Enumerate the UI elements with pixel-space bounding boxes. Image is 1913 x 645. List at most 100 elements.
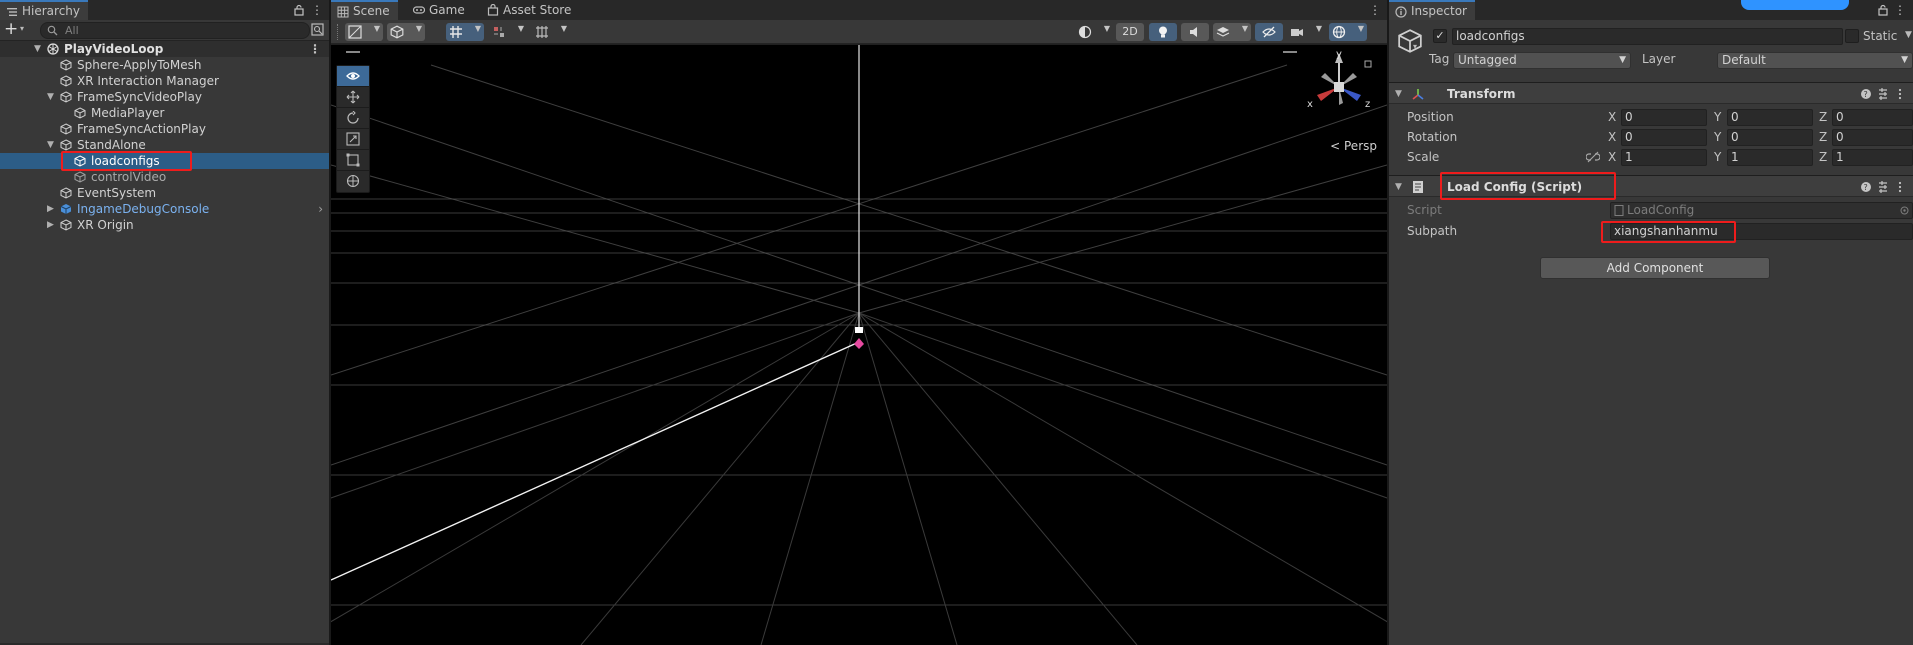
more-menu-icon[interactable]: ⋮ xyxy=(1369,3,1381,17)
position-z-field[interactable]: 0 xyxy=(1832,109,1913,126)
search-input[interactable]: All xyxy=(40,22,310,39)
scale-x-field[interactable]: 1 xyxy=(1621,149,1707,166)
axis-z-label[interactable]: Z xyxy=(1819,108,1827,126)
transform-tool-button[interactable] xyxy=(337,171,369,192)
object-pivot-gizmo[interactable] xyxy=(854,338,864,349)
gizmos-dropdown[interactable]: ▼ xyxy=(1329,23,1367,41)
scene-menu-icon[interactable]: ⋮ xyxy=(309,41,321,57)
icon-dropdown-icon[interactable]: ▾ xyxy=(1413,42,1417,51)
tab-scene[interactable]: Scene xyxy=(331,0,398,20)
scene-visibility-toggle[interactable] xyxy=(1255,23,1283,41)
view-tool-button[interactable] xyxy=(337,66,369,87)
list-item[interactable]: XR Interaction Manager xyxy=(0,73,329,89)
scale-y-field[interactable]: 1 xyxy=(1727,149,1813,166)
overlay-drag-handle[interactable] xyxy=(1283,51,1297,53)
list-item[interactable]: FrameSyncActionPlay xyxy=(0,121,329,137)
list-item[interactable]: EventSystem xyxy=(0,185,329,201)
static-checkbox[interactable] xyxy=(1845,29,1859,43)
draw-mode-dropdown[interactable]: ▼ xyxy=(345,23,383,41)
presets-icon[interactable] xyxy=(1879,181,1887,193)
help-icon[interactable]: ? xyxy=(1861,182,1871,192)
rotation-x-field[interactable]: 0 xyxy=(1621,129,1707,146)
subpath-input[interactable]: xiangshanhanmu xyxy=(1610,223,1913,240)
expand-arrow-icon[interactable]: ▼ xyxy=(34,44,44,54)
rotation-z-field[interactable]: 0 xyxy=(1832,129,1913,146)
more-menu-icon[interactable]: ⋮ xyxy=(311,3,323,17)
search-by-type-icon[interactable] xyxy=(311,23,325,37)
scene-viewport[interactable]: y x z < Persp xyxy=(331,45,1387,645)
overlay-drag-handle[interactable] xyxy=(346,51,360,53)
script-reference-field[interactable]: LoadConfig xyxy=(1610,202,1913,219)
tab-game[interactable]: Game xyxy=(407,0,473,20)
effects-dropdown[interactable]: ▼ xyxy=(1213,23,1251,41)
2d-toggle-button[interactable]: 2D xyxy=(1116,23,1144,41)
axis-z-label[interactable]: Z xyxy=(1819,128,1827,146)
list-item[interactable]: controlVideo xyxy=(0,169,329,185)
component-menu-icon[interactable] xyxy=(1898,181,1902,193)
orientation-gizmo[interactable]: y x z xyxy=(1299,49,1379,119)
fold-arrow-icon[interactable]: ▼ xyxy=(1395,182,1402,192)
scroll-indicator[interactable] xyxy=(1741,0,1849,10)
static-dropdown-icon[interactable]: ▼ xyxy=(1905,30,1912,40)
list-item[interactable]: Sphere-ApplyToMesh xyxy=(0,57,329,73)
list-item[interactable]: ▶ XR Origin xyxy=(0,217,329,233)
scale-tool-button[interactable] xyxy=(337,129,369,150)
grid-snapping-toggle[interactable]: ▼ xyxy=(446,23,484,41)
tab-asset-store[interactable]: Asset Store xyxy=(481,0,579,20)
lock-icon[interactable] xyxy=(293,4,305,16)
projection-toggle[interactable]: < Persp xyxy=(1330,139,1377,153)
list-item-selected[interactable]: loadconfigs xyxy=(0,153,329,169)
help-icon[interactable]: ? xyxy=(1861,89,1871,99)
move-tool-button[interactable] xyxy=(337,87,369,108)
axis-y-label[interactable]: Y xyxy=(1714,108,1721,126)
expand-arrow-icon[interactable]: ▼ xyxy=(47,140,57,150)
rect-tool-button[interactable] xyxy=(337,150,369,171)
gizmo-lock-icon[interactable] xyxy=(1364,60,1372,68)
constrain-proportions-icon[interactable] xyxy=(1586,151,1600,163)
position-y-field[interactable]: 0 xyxy=(1727,109,1813,126)
fold-arrow-icon[interactable]: ▼ xyxy=(1395,89,1402,99)
position-x-field[interactable]: 0 xyxy=(1621,109,1707,126)
list-item[interactable]: MediaPlayer xyxy=(0,105,329,121)
component-menu-icon[interactable] xyxy=(1898,88,1902,100)
axis-z-label[interactable]: Z xyxy=(1819,148,1827,166)
increment-snap-dropdown[interactable]: ▼ xyxy=(489,23,527,41)
axis-x-label[interactable]: X xyxy=(1608,108,1616,126)
collapse-arrow-icon[interactable]: ▶ xyxy=(47,204,57,214)
script-component-header[interactable]: ▼ Load Config (Script) ? xyxy=(1389,175,1913,197)
tab-inspector[interactable]: Inspector xyxy=(1389,0,1475,20)
object-picker-icon[interactable] xyxy=(1900,206,1909,215)
active-checkbox[interactable]: ✓ xyxy=(1433,29,1447,43)
tab-hierarchy[interactable]: Hierarchy xyxy=(0,0,89,20)
add-button[interactable]: + xyxy=(4,21,30,39)
shading-sphere-dropdown[interactable]: ▼ xyxy=(1075,23,1113,41)
camera-dropdown[interactable]: ▼ xyxy=(1287,23,1325,41)
transform-header[interactable]: ▼ Transform ? xyxy=(1389,82,1913,104)
lighting-toggle[interactable] xyxy=(1149,23,1177,41)
presets-icon[interactable] xyxy=(1879,88,1887,100)
scene-row[interactable]: ▼ PlayVideoLoop ⋮ xyxy=(0,41,329,57)
add-dropdown-icon[interactable]: ▾ xyxy=(20,24,24,33)
axis-x-label[interactable]: X xyxy=(1608,128,1616,146)
axis-y-label[interactable]: Y xyxy=(1714,148,1721,166)
list-item[interactable]: ▼ StandAlone xyxy=(0,137,329,153)
drag-handle[interactable] xyxy=(337,24,339,40)
rotation-y-field[interactable]: 0 xyxy=(1727,129,1813,146)
rotate-tool-button[interactable] xyxy=(337,108,369,129)
more-menu-icon[interactable]: ⋮ xyxy=(1894,3,1906,17)
open-prefab-chevron-icon[interactable]: › xyxy=(318,201,323,217)
axis-x-label[interactable]: X xyxy=(1608,148,1616,166)
expand-arrow-icon[interactable]: ▼ xyxy=(47,92,57,102)
layer-dropdown[interactable]: Default ▼ xyxy=(1717,52,1913,69)
grid-visibility-dropdown[interactable]: ▼ xyxy=(532,23,570,41)
list-item-prefab[interactable]: ▶ IngameDebugConsole › xyxy=(0,201,329,217)
axis-y-label[interactable]: Y xyxy=(1714,128,1721,146)
camera-gizmo[interactable] xyxy=(855,327,863,333)
tag-dropdown[interactable]: Untagged ▼ xyxy=(1453,52,1631,69)
add-component-button[interactable]: Add Component xyxy=(1540,257,1770,279)
collapse-arrow-icon[interactable]: ▶ xyxy=(47,220,57,230)
lock-icon[interactable] xyxy=(1877,4,1889,16)
object-name-input[interactable]: loadconfigs xyxy=(1452,28,1843,45)
audio-toggle[interactable] xyxy=(1181,23,1209,41)
render-dropdown[interactable]: ▼ xyxy=(387,23,425,41)
